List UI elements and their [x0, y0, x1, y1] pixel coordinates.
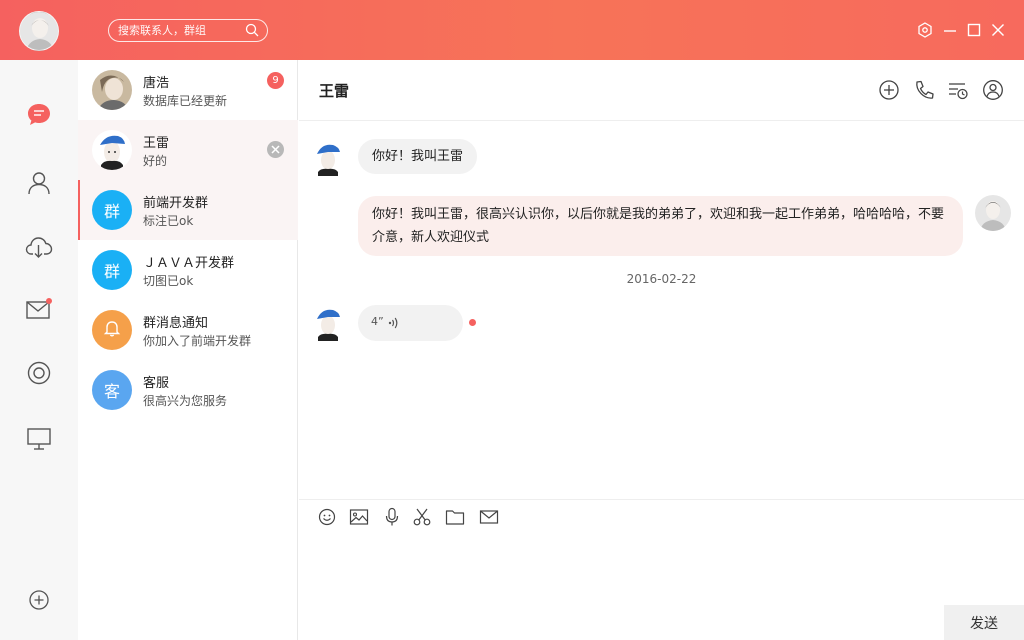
last-message: 很高兴为您服务 — [143, 394, 228, 408]
service-avatar: 客 — [92, 370, 132, 410]
sender-avatar[interactable] — [312, 140, 344, 176]
close-icon[interactable] — [989, 21, 1007, 39]
conversation-list: 唐浩 数据库已经更新 9 王雷 好的 群 前端开发群 标注已ok 群 ＪＡＶＡ开… — [78, 60, 298, 640]
nav-chat-icon[interactable] — [24, 100, 54, 130]
conversation-item-customer-service[interactable]: 客 客服 很高兴为您服务 — [78, 360, 298, 420]
minimize-icon[interactable] — [941, 21, 959, 39]
remove-conversation-icon[interactable] — [267, 141, 284, 158]
last-message: 切图已ok — [143, 274, 194, 288]
sender-avatar[interactable] — [312, 305, 344, 341]
contact-name: 群消息通知 — [143, 316, 209, 331]
folder-icon[interactable] — [445, 507, 465, 527]
contact-name: 前端开发群 — [143, 196, 209, 211]
message-text: 你好！我叫王雷 — [372, 149, 464, 164]
settings-hexagon-icon[interactable] — [916, 21, 934, 39]
send-button[interactable]: 发送 — [944, 605, 1024, 640]
profile-icon[interactable] — [982, 79, 1004, 101]
last-message: 标注已ok — [143, 214, 194, 228]
chat-header: 王雷 — [299, 60, 1024, 121]
conversation-item-tanghao[interactable]: 唐浩 数据库已经更新 9 — [78, 60, 298, 120]
last-message: 数据库已经更新 — [143, 94, 228, 108]
nav-discover-icon[interactable] — [24, 358, 54, 388]
chat-title: 王雷 — [319, 82, 350, 100]
message-bubble-incoming: 你好！我叫王雷 — [358, 139, 478, 174]
search-input[interactable] — [118, 22, 238, 39]
group-avatar: 群 — [92, 190, 132, 230]
nav-rail — [0, 60, 78, 640]
message-text: 你好！我叫王雷，很高兴认识你，以后你就是我的弟弟了，欢迎和我一起工作弟弟，哈哈哈… — [372, 207, 945, 245]
avatar-text: 客 — [103, 382, 120, 401]
title-bar — [0, 0, 1024, 60]
maximize-icon[interactable] — [965, 21, 983, 39]
chat-panel: 王雷 你好！我叫王雷 你好！我叫王雷，很高兴认识你，以后你就是我的弟弟了，欢迎和… — [299, 60, 1024, 640]
last-message: 好的 — [143, 154, 168, 168]
emoji-icon[interactable] — [317, 507, 337, 527]
phone-icon[interactable] — [913, 79, 935, 101]
contact-name: 唐浩 — [143, 76, 170, 91]
avatar-text: 群 — [103, 262, 120, 281]
bell-icon — [102, 318, 122, 342]
unread-badge: 9 — [267, 72, 284, 89]
notice-avatar — [92, 310, 132, 350]
conversation-item-frontend-group[interactable]: 群 前端开发群 标注已ok — [78, 180, 298, 240]
voice-message[interactable]: 4” — [358, 305, 463, 341]
conversation-item-java-group[interactable]: 群 ＪＡＶＡ开发群 切图已ok — [78, 240, 298, 300]
microphone-icon[interactable] — [382, 507, 402, 527]
composer: 发送 — [299, 499, 1024, 640]
history-icon[interactable] — [947, 79, 969, 101]
nav-desktop-icon[interactable] — [24, 424, 54, 454]
last-message: 你加入了前端开发群 — [143, 334, 252, 348]
search-icon[interactable] — [245, 23, 259, 41]
nav-mail-icon[interactable] — [24, 294, 54, 324]
contact-name: 王雷 — [143, 136, 170, 151]
my-avatar[interactable] — [975, 195, 1011, 231]
add-circle-icon[interactable] — [878, 79, 900, 101]
date-separator: 2016-02-22 — [626, 272, 697, 286]
user-avatar[interactable] — [19, 11, 59, 51]
scissors-icon[interactable] — [412, 507, 432, 527]
nav-cloud-download-icon[interactable] — [24, 232, 54, 262]
nav-add-icon[interactable] — [24, 585, 54, 615]
search-box[interactable] — [108, 19, 268, 42]
avatar — [92, 70, 132, 110]
mail-icon[interactable] — [479, 507, 499, 527]
nav-contacts-icon[interactable] — [24, 168, 54, 198]
unread-dot — [469, 319, 476, 326]
group-avatar: 群 — [92, 250, 132, 290]
message-bubble-outgoing: 你好！我叫王雷，很高兴认识你，以后你就是我的弟弟了，欢迎和我一起工作弟弟，哈哈哈… — [358, 196, 963, 256]
conversation-item-wanglei[interactable]: 王雷 好的 — [78, 120, 298, 180]
avatar-text: 群 — [103, 202, 120, 221]
image-icon[interactable] — [349, 507, 369, 527]
conversation-item-group-notice[interactable]: 群消息通知 你加入了前端开发群 — [78, 300, 298, 360]
avatar — [92, 130, 132, 170]
sound-wave-icon — [388, 316, 400, 334]
contact-name: 客服 — [143, 376, 170, 391]
contact-name: ＪＡＶＡ开发群 — [143, 256, 235, 271]
voice-duration: 4” — [371, 315, 384, 328]
